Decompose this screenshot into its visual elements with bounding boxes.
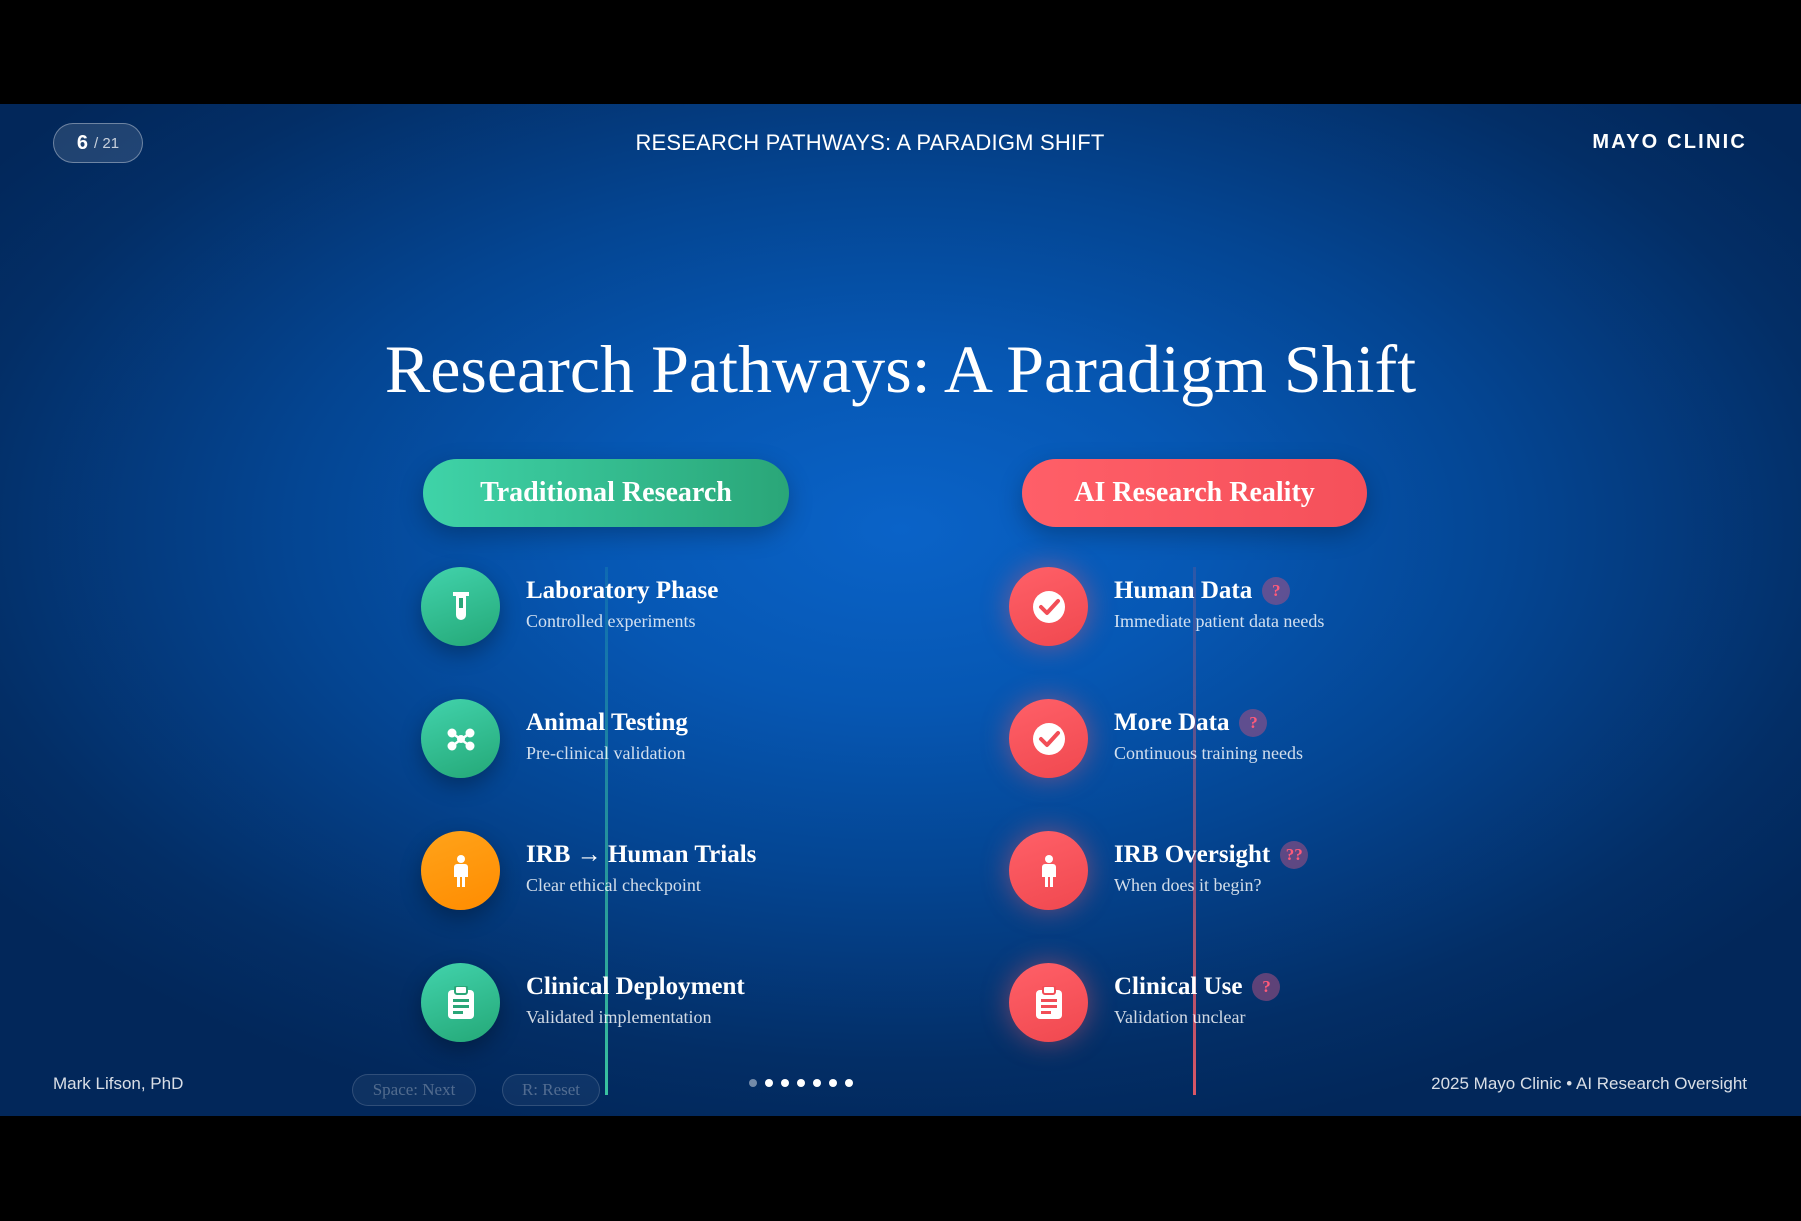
progress-dot[interactable] [829, 1079, 837, 1087]
progress-dot[interactable] [765, 1079, 773, 1087]
step-title: Laboratory Phase [526, 577, 719, 604]
step-subtitle: Pre-clinical validation [526, 743, 686, 763]
progress-dot[interactable] [813, 1079, 821, 1087]
question-badge: ?? [1280, 841, 1309, 869]
reset-button[interactable]: R: Reset [502, 1074, 600, 1106]
step-subtitle: Immediate patient data needs [1114, 611, 1325, 631]
progress-dot[interactable] [797, 1079, 805, 1087]
slide: 6 / 21 RESEARCH PATHWAYS: A PARADIGM SHI… [0, 104, 1801, 1116]
test-tube-icon [421, 567, 500, 646]
step-title: IRB Oversight [1114, 841, 1271, 868]
person-icon [421, 831, 500, 910]
clipboard-icon [1009, 963, 1088, 1042]
clipboard-icon [421, 963, 500, 1042]
step-subtitle: Clear ethical checkpoint [526, 875, 701, 895]
author-name: Mark Lifson, PhD [53, 1074, 184, 1093]
question-badge: ? [1252, 973, 1281, 1001]
space-next-button[interactable]: Space: Next [352, 1074, 476, 1106]
person-icon [1009, 831, 1088, 910]
brand-logo-text: MAYO CLINIC [1592, 131, 1747, 153]
step-title: More Data [1114, 709, 1230, 736]
step-title: Clinical Deployment [526, 973, 745, 1000]
slide-header: 6 / 21 RESEARCH PATHWAYS: A PARADIGM SHI… [0, 104, 1801, 176]
progress-dot[interactable] [781, 1079, 789, 1087]
progress-dot[interactable] [749, 1079, 757, 1087]
question-badge: ? [1262, 577, 1291, 605]
molecule-icon [421, 699, 500, 778]
step-subtitle: When does it begin? [1114, 875, 1262, 895]
check-circle-icon [1009, 567, 1088, 646]
question-badge: ? [1239, 709, 1268, 737]
step-subtitle: Controlled experiments [526, 611, 696, 631]
copyright-text: 2025 Mayo Clinic • AI Research Oversight [1431, 1074, 1747, 1093]
step-title: Animal Testing [526, 709, 688, 736]
step-subtitle: Validated implementation [526, 1007, 712, 1027]
step-title: Clinical Use [1114, 973, 1243, 1000]
traditional-research-label: Traditional Research [423, 459, 789, 527]
header-title: RESEARCH PATHWAYS: A PARADIGM SHIFT [635, 130, 1105, 155]
page-title: Research Pathways: A Paradigm Shift [384, 331, 1417, 407]
step-title: IRB → Human Trials [526, 841, 757, 868]
step-subtitle: Validation unclear [1114, 1007, 1246, 1027]
step-title: Human Data [1114, 577, 1253, 604]
check-circle-icon [1009, 699, 1088, 778]
ai-research-reality-label: AI Research Reality [1022, 459, 1367, 527]
step-subtitle: Continuous training needs [1114, 743, 1303, 763]
progress-dot[interactable] [845, 1079, 853, 1087]
progress-dots [749, 1079, 853, 1087]
